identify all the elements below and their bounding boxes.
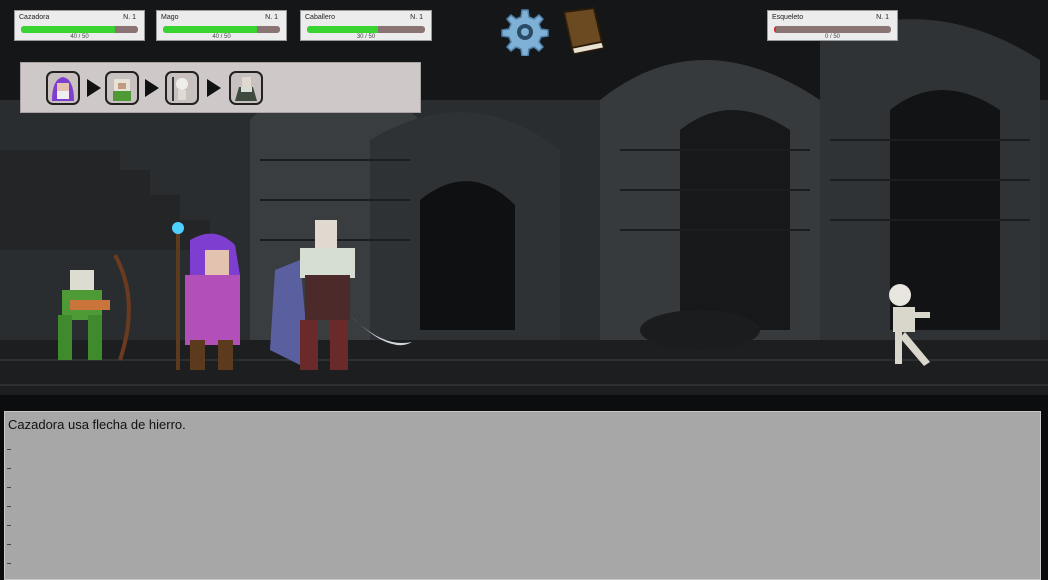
hp-card-cazadora: Cazadora N. 1 40 / 50 [14, 10, 145, 41]
mago-portrait-icon [46, 71, 80, 105]
hp-card-mago: Mago N. 1 40 / 50 [156, 10, 287, 41]
arrow-right-icon [145, 79, 159, 97]
character-name: Cazadora [19, 14, 50, 21]
hp-bar-fill [774, 26, 777, 33]
hp-bar [21, 26, 138, 33]
battle-log: Cazadora usa flecha de hierro. [4, 411, 1041, 580]
spellbook-button[interactable] [556, 6, 608, 56]
log-scroll-tick [7, 544, 11, 545]
hp-text: 40 / 50 [212, 34, 231, 40]
character-level: N. 1 [265, 14, 278, 21]
hp-bar [307, 26, 425, 33]
character-level: N. 1 [123, 14, 136, 21]
hp-bar [163, 26, 280, 33]
character-level: N. 1 [410, 14, 423, 21]
arrow-right-icon [87, 79, 101, 97]
character-name: Caballero [305, 14, 335, 21]
log-scroll-tick [7, 487, 11, 488]
hp-text: 0 / 50 [824, 34, 840, 40]
hp-bar [774, 26, 891, 33]
enemy-level: N. 1 [876, 14, 889, 21]
cazadora-portrait-icon [105, 71, 139, 105]
log-scroll-tick [7, 468, 11, 469]
hp-bar-fill [307, 26, 378, 33]
log-scroll-tick [7, 525, 11, 526]
log-scroll-tick [7, 449, 11, 450]
arrow-right-icon [207, 79, 221, 97]
turn-order-panel [20, 62, 421, 113]
hp-bar-fill [163, 26, 257, 33]
caballero-portrait-icon [229, 71, 263, 105]
hp-card-caballero: Caballero N. 1 30 / 50 [300, 10, 432, 41]
settings-button[interactable] [500, 8, 550, 57]
hp-card-esqueleto[interactable]: Esqueleto N. 1 0 / 50 [767, 10, 898, 41]
enemy-name: Esqueleto [772, 14, 804, 21]
log-scroll-tick [7, 506, 11, 507]
hp-text: 30 / 50 [356, 34, 376, 40]
character-name: Mago [161, 14, 179, 21]
log-scroll-tick [7, 563, 11, 564]
log-message: Cazadora usa flecha de hierro. [8, 417, 186, 432]
hp-bar-fill [21, 26, 115, 33]
gear-icon [501, 9, 549, 57]
hp-text: 40 / 50 [70, 34, 89, 40]
esqueleto-portrait-icon [165, 71, 199, 105]
book-icon [562, 6, 605, 55]
